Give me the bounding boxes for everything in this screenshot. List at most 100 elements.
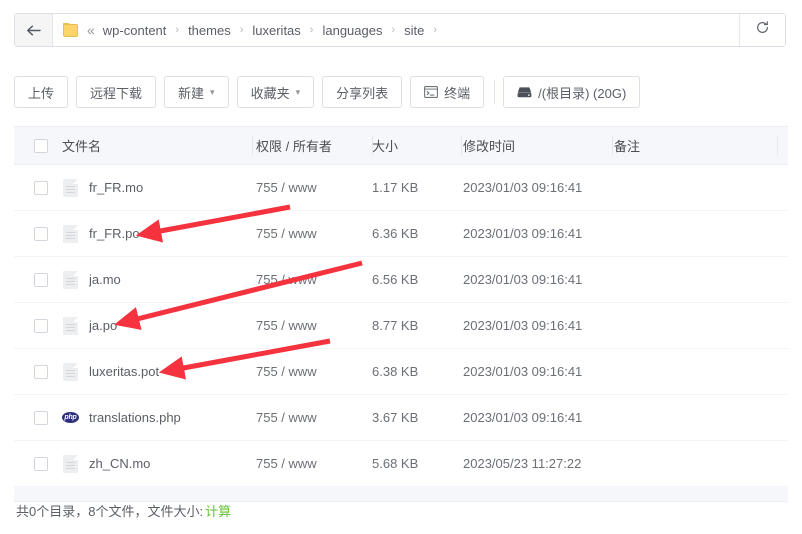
row-permissions: 755 / www	[256, 410, 317, 425]
select-all-checkbox[interactable]	[34, 138, 48, 153]
row-filename-cell: fr_FR.mo	[58, 178, 242, 198]
upload-button-label: 上传	[28, 85, 55, 101]
row-select-cell	[14, 180, 58, 195]
row-filename-cell: fr_FR.po	[58, 224, 242, 244]
row-checkbox[interactable]	[34, 272, 48, 287]
row-permissions: 755 / www	[256, 456, 317, 471]
row-filename-cell: php translations.php	[58, 408, 242, 428]
breadcrumb-item-luxeritas[interactable]: luxeritas	[252, 23, 300, 38]
row-select-cell	[14, 410, 58, 425]
folder-icon[interactable]	[63, 23, 79, 37]
file-manager-window: « wp-content › themes › luxeritas › lang…	[0, 0, 802, 534]
favorites-button[interactable]: 收藏夹 ▾	[236, 76, 315, 108]
remote-download-button[interactable]: 远程下载	[76, 76, 157, 108]
row-checkbox[interactable]	[34, 364, 48, 379]
breadcrumb-item-themes[interactable]: themes	[188, 23, 231, 38]
breadcrumb-item-languages[interactable]: languages	[322, 23, 382, 38]
column-header-filename[interactable]: 文件名	[58, 136, 242, 155]
favorites-button-label: 收藏夹	[250, 85, 290, 101]
new-button-label: 新建	[178, 85, 205, 101]
table-row[interactable]: luxeritas.pot 755 / www 6.38 KB 2023/01/…	[14, 349, 788, 395]
row-select-cell	[14, 226, 58, 241]
row-permissions: 755 / www	[256, 180, 317, 195]
column-header-permissions[interactable]: 权限 / 所有者	[242, 136, 362, 155]
table-header-row: 文件名 权限 / 所有者 大小 修改时间 备注	[14, 127, 788, 165]
row-modified: 2023/01/03 09:16:41	[463, 410, 583, 425]
column-divider	[372, 136, 373, 155]
row-modified: 2023/05/23 11:27:22	[463, 456, 582, 471]
breadcrumb-separator: ›	[433, 24, 438, 36]
breadcrumb-separator: ›	[175, 24, 180, 36]
row-checkbox[interactable]	[34, 318, 48, 333]
row-checkbox[interactable]	[34, 226, 48, 241]
breadcrumb-separator: ›	[309, 24, 314, 36]
row-filename-label[interactable]: luxeritas.pot	[89, 364, 159, 379]
refresh-button[interactable]	[739, 14, 785, 46]
file-table: 文件名 权限 / 所有者 大小 修改时间 备注 fr_FR.mo 755 / w…	[14, 126, 788, 502]
upload-button[interactable]: 上传	[14, 76, 69, 108]
share-list-button[interactable]: 分享列表	[322, 76, 403, 108]
row-select-cell	[14, 318, 58, 333]
row-size: 1.17 KB	[372, 180, 419, 195]
column-divider	[461, 136, 462, 155]
row-filename-cell: ja.po	[58, 316, 242, 336]
table-row[interactable]: zh_CN.mo 755 / www 5.68 KB 2023/05/23 11…	[14, 441, 788, 487]
row-filename-label[interactable]: ja.po	[89, 318, 117, 333]
file-icon	[62, 224, 79, 244]
terminal-icon	[424, 86, 439, 98]
row-size: 6.56 KB	[372, 272, 419, 287]
row-permissions: 755 / www	[256, 364, 317, 379]
table-row[interactable]: fr_FR.po 755 / www 6.36 KB 2023/01/03 09…	[14, 211, 788, 257]
breadcrumb-item-site[interactable]: site	[404, 23, 424, 38]
toolbar: 上传 远程下载 新建 ▾ 收藏夹 ▾ 分享列表 终端 /(根目录) (20G)	[14, 75, 648, 109]
root-directory-label: /(根目录) (20G)	[538, 85, 627, 101]
file-icon	[62, 178, 79, 198]
table-row[interactable]: php translations.php 755 / www 3.67 KB 2…	[14, 395, 788, 441]
row-filename-label[interactable]: fr_FR.po	[89, 226, 140, 241]
file-icon	[62, 362, 79, 382]
column-header-modified[interactable]: 修改时间	[451, 136, 602, 155]
root-directory-button[interactable]: /(根目录) (20G)	[503, 76, 641, 108]
row-permissions: 755 / www	[256, 272, 317, 287]
column-divider	[252, 136, 253, 155]
row-select-cell	[14, 364, 58, 379]
new-button[interactable]: 新建 ▾	[164, 76, 229, 108]
table-row[interactable]: ja.mo 755 / www 6.56 KB 2023/01/03 09:16…	[14, 257, 788, 303]
breadcrumb-overflow-icon[interactable]: «	[87, 22, 95, 38]
table-row[interactable]: fr_FR.mo 755 / www 1.17 KB 2023/01/03 09…	[14, 165, 788, 211]
column-divider	[612, 136, 613, 155]
breadcrumb: « wp-content › themes › luxeritas › lang…	[53, 14, 739, 46]
breadcrumb-separator: ›	[391, 24, 396, 36]
toolbar-divider	[494, 80, 496, 104]
row-checkbox[interactable]	[34, 180, 48, 195]
remote-download-button-label: 远程下载	[90, 85, 143, 101]
row-modified: 2023/01/03 09:16:41	[463, 364, 583, 379]
row-filename-label[interactable]: ja.mo	[89, 272, 121, 287]
file-icon	[62, 316, 79, 336]
row-filename-label[interactable]: zh_CN.mo	[89, 456, 150, 471]
row-select-cell	[14, 456, 58, 471]
row-select-cell	[14, 272, 58, 287]
row-permissions: 755 / www	[256, 318, 317, 333]
row-filename-cell: ja.mo	[58, 270, 242, 290]
back-button[interactable]	[15, 14, 53, 46]
row-modified: 2023/01/03 09:16:41	[463, 180, 583, 195]
chevron-down-icon: ▾	[295, 86, 301, 97]
breadcrumb-item-wp-content[interactable]: wp-content	[103, 23, 167, 38]
row-size: 8.77 KB	[372, 318, 419, 333]
terminal-button[interactable]: 终端	[410, 76, 485, 108]
row-checkbox[interactable]	[34, 456, 48, 471]
row-modified: 2023/01/03 09:16:41	[463, 272, 583, 287]
column-header-note[interactable]: 备注	[602, 136, 788, 155]
chevron-down-icon: ▾	[210, 86, 215, 97]
calculate-size-link[interactable]: 计算	[205, 504, 231, 519]
status-bar: 共0个目录，8个文件，文件大小: 计算	[16, 501, 231, 520]
disk-icon	[517, 86, 532, 99]
row-checkbox[interactable]	[34, 410, 48, 425]
row-filename-label[interactable]: translations.php	[89, 410, 181, 425]
table-row[interactable]: ja.po 755 / www 8.77 KB 2023/01/03 09:16…	[14, 303, 788, 349]
breadcrumb-separator: ›	[239, 24, 244, 36]
column-header-size[interactable]: 大小	[362, 136, 451, 155]
status-summary: 共0个目录，8个文件，文件大小:	[16, 504, 204, 519]
row-filename-label[interactable]: fr_FR.mo	[89, 180, 143, 195]
